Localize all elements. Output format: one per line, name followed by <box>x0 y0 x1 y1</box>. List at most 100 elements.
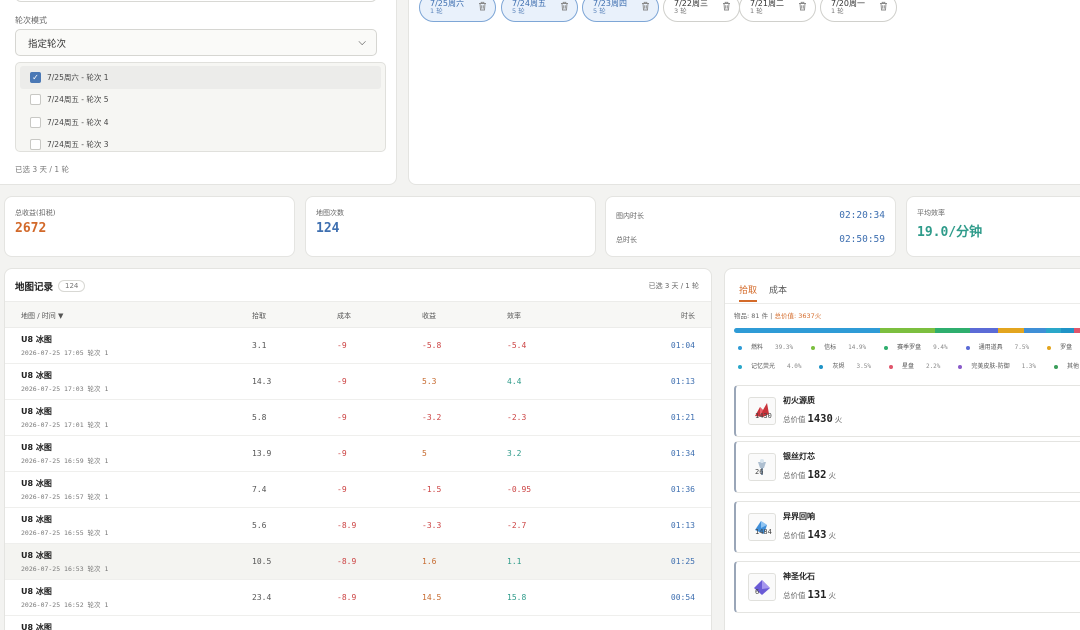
trash-icon[interactable] <box>879 1 888 14</box>
legend-dot <box>1047 345 1052 350</box>
day-chip[interactable]: 7/23周四 5 轮 <box>582 0 659 22</box>
item-quantity: 1484 <box>755 528 772 536</box>
day-chip-text: 7/22周三 3 轮 <box>674 0 708 16</box>
pick-cell: 3.1 <box>252 341 267 350</box>
round-mode-select[interactable]: 指定轮次 ⌵ <box>15 29 377 56</box>
chevron-down-icon: ⌵ <box>358 37 366 48</box>
total-income-card: 总收益(扣税) 2672 <box>4 196 295 257</box>
round-checkbox[interactable] <box>30 94 41 106</box>
tab-pickup[interactable]: 拾取 <box>739 283 758 302</box>
item-name: 异界回响 <box>783 512 815 521</box>
map-name: U8 冰图 <box>21 515 52 524</box>
day-chip[interactable]: 7/22周三 3 轮 <box>663 0 740 22</box>
day-chip[interactable]: 7/24周五 5 轮 <box>501 0 578 22</box>
item-quantity: 6 <box>755 588 760 596</box>
table-row[interactable]: U8 冰图 2026-07-25 16:55 轮次 1 5.6 -8.9 -3.3 -2.… <box>5 508 711 544</box>
round-label: 7/25周六 - 轮次 1 <box>47 72 109 82</box>
cost-cell: -9 <box>337 377 347 386</box>
pick-cell: 5.6 <box>252 521 267 530</box>
day-chip-text: 7/20周一 1 轮 <box>831 0 865 16</box>
item-card[interactable]: 1430 初火源质 总价值 1430 火 <box>734 385 1080 437</box>
column-efficiency[interactable]: 效率 <box>507 311 521 321</box>
round-item[interactable]: 7/24周五 - 轮次 4 <box>20 111 381 134</box>
round-item[interactable]: 7/24周五 - 轮次 3 <box>20 134 381 152</box>
trash-icon[interactable] <box>560 1 569 14</box>
distribution-legend-row-1: 燃料 39.3% 信标 14.9% 赛季罗盘 9.4% 通用道具 7.5% 罗盘7.1% <box>738 342 1080 351</box>
day-chip[interactable]: 7/21周二 1 轮 <box>739 0 816 22</box>
legend-dot <box>1054 364 1059 369</box>
column-map-time[interactable]: 地图 / 时间 ▼ <box>21 311 63 321</box>
table-row[interactable]: U8 冰图 2026-07-25 16:53 轮次 1 10.5 -8.9 1.6 1.1… <box>5 544 711 580</box>
trash-icon[interactable] <box>478 1 487 14</box>
efficiency-cell: -5.4 <box>507 341 527 350</box>
cost-cell: -9 <box>337 485 347 494</box>
column-duration[interactable]: 时长 <box>681 311 695 321</box>
legend-item: 星盘 2.2% <box>888 361 949 370</box>
table-row[interactable]: U8 冰图 2026-07-25 17:03 轮次 1 14.3 -9 5.3 4.4 01… <box>5 364 711 400</box>
map-records-panel: 地图记录 124 已选 3 天 / 1 轮 地图 / 时间 ▼ 拾取 成本 收益… <box>4 268 712 630</box>
round-item[interactable]: ✓ 7/25周六 - 轮次 1 <box>20 66 381 89</box>
total-duration-label: 总时长 <box>616 235 637 244</box>
table-row[interactable]: U8 冰图 2026-07-25 16:52 轮次 1 23.4 -8.9 14.5 15… <box>5 580 711 616</box>
duration-cell: 01:13 <box>670 377 695 386</box>
distribution-segment <box>879 328 936 333</box>
map-records-selection: 已选 3 天 / 1 轮 <box>648 282 699 290</box>
distribution-bar <box>734 328 1080 333</box>
column-cost[interactable]: 成本 <box>337 311 351 321</box>
map-name: U8 冰图 <box>21 551 52 560</box>
day-chip-rounds: 5 轮 <box>593 7 606 16</box>
column-pick[interactable]: 拾取 <box>252 311 266 321</box>
table-row[interactable]: U8 冰图 2026-07-25 17:05 轮次 1 3.1 -9 -5.8 -5.4 0… <box>5 328 711 364</box>
top-input-stub[interactable] <box>15 0 377 2</box>
efficiency-cell: 1.1 <box>507 557 522 566</box>
column-income[interactable]: 收益 <box>422 311 436 321</box>
efficiency-cell: 4.4 <box>507 377 522 386</box>
table-row[interactable]: U8 冰图 <box>5 616 711 630</box>
item-name: 神圣化石 <box>783 572 815 581</box>
silver-wick-icon <box>748 453 776 481</box>
item-value-label: 总价值 <box>783 591 806 600</box>
table-row[interactable]: U8 冰图 2026-07-25 17:01 轮次 1 5.8 -9 -3.2 -2.3 0… <box>5 400 711 436</box>
legend-item: 完美皮肤-防御 1.3% <box>958 361 1045 370</box>
item-quantity: 26 <box>755 468 764 476</box>
efficiency-cell: 15.8 <box>507 593 527 602</box>
map-time: 2026-07-25 16:52 轮次 1 <box>21 601 109 609</box>
trash-icon[interactable] <box>641 1 650 14</box>
table-row[interactable]: U8 冰图 2026-07-25 16:57 轮次 1 7.4 -9 -1.5 -0.95… <box>5 472 711 508</box>
legend-name: 完美皮肤-防御 <box>971 363 1010 370</box>
map-name: U8 冰图 <box>21 623 52 630</box>
map-count-card: 地图次数 124 <box>305 196 596 257</box>
round-checkbox[interactable] <box>30 139 41 151</box>
trash-icon[interactable] <box>798 1 807 14</box>
item-card[interactable]: 6 神圣化石 总价值 131 火 <box>734 561 1080 613</box>
pickup-panel: 拾取 成本 物品: 81 件 | 总价值: 3637火 燃料 39.3% 信标 14.… <box>724 268 1080 630</box>
legend-name: 灰烬 <box>832 363 845 370</box>
item-name: 银丝灯芯 <box>783 452 815 461</box>
item-value-number: 143 <box>807 529 827 541</box>
income-cell: -3.2 <box>422 413 442 422</box>
cost-cell: -8.9 <box>337 557 357 566</box>
item-quantity: 1430 <box>755 412 772 420</box>
round-item[interactable]: 7/24周五 - 轮次 5 <box>20 89 381 112</box>
table-body: U8 冰图 2026-07-25 17:05 轮次 1 3.1 -9 -5.8 -5.4 0… <box>5 328 711 630</box>
distribution-segment <box>734 328 880 333</box>
income-cell: -3.3 <box>422 521 442 530</box>
item-value-label: 总价值 <box>783 471 806 480</box>
table-row[interactable]: U8 冰图 2026-07-25 16:59 轮次 1 13.9 -9 5 3.2 01:3… <box>5 436 711 472</box>
item-value: 总价值 143 火 <box>783 529 836 541</box>
legend-dot <box>958 364 963 369</box>
map-count-label: 地图次数 <box>316 209 344 217</box>
item-card[interactable]: 26 银丝灯芯 总价值 182 火 <box>734 441 1080 493</box>
round-checkbox[interactable] <box>30 116 41 128</box>
item-value-label: 总价值 <box>783 531 806 540</box>
distribution-segment <box>935 328 970 333</box>
trash-icon[interactable] <box>722 1 731 14</box>
map-time: 2026-07-25 16:55 轮次 1 <box>21 529 109 537</box>
item-card[interactable]: 1484 异界回响总价值 143 火 <box>734 501 1080 553</box>
round-checkbox[interactable]: ✓ <box>30 71 41 83</box>
avg-efficiency-label: 平均效率 <box>917 209 945 217</box>
day-chip[interactable]: 7/20周一 1 轮 <box>820 0 897 22</box>
map-time: 2026-07-25 16:53 轮次 1 <box>21 565 109 573</box>
tab-cost[interactable]: 成本 <box>769 283 787 302</box>
day-chip[interactable]: 7/25周六 1 轮 <box>419 0 496 22</box>
